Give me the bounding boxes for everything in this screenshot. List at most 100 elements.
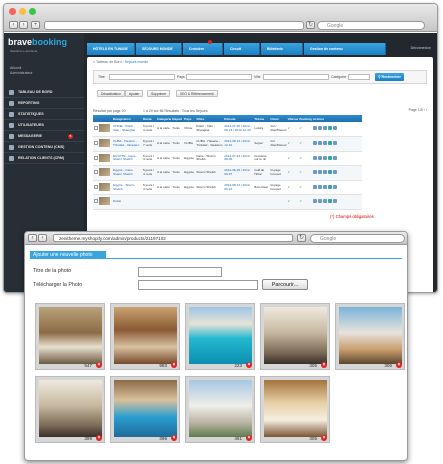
seo-icon[interactable] [327, 199, 332, 204]
photo-icon[interactable] [317, 199, 322, 204]
photo-tile[interactable]: 223 × [185, 303, 255, 370]
sidebar-item-reporting[interactable]: REPORTING [4, 98, 84, 109]
calendar-icon[interactable] [332, 199, 337, 204]
photo-file-input[interactable] [138, 280, 258, 290]
sidebar-item-dashboard[interactable]: TABLEAU DE BORD [4, 87, 84, 98]
logout-link[interactable]: Déconnexion [411, 46, 431, 50]
photo-icon[interactable] [317, 141, 322, 146]
deactivate-button[interactable]: Désactivation [97, 90, 125, 97]
close-window-icon[interactable] [9, 8, 16, 15]
tab-hotels-tunisie[interactable]: HÔTELS EN TUNISIE [87, 43, 135, 55]
photo-tile[interactable]: 399 × [35, 376, 105, 443]
row-checkbox[interactable] [94, 126, 98, 131]
view-icon[interactable] [322, 155, 327, 160]
row-designation[interactable]: Dubai [113, 199, 121, 204]
sidebar-item-messages[interactable]: MESSAGERIE 5 [4, 131, 84, 142]
reload-button[interactable]: ↻ [297, 234, 306, 242]
check-icon[interactable]: ✔ [288, 141, 291, 145]
calendar-icon[interactable] [332, 155, 337, 160]
photo-tile[interactable]: 983 × [110, 303, 180, 370]
photo-tile[interactable]: 305 × [260, 376, 330, 443]
photo-icon[interactable] [317, 126, 322, 131]
calendar-icon[interactable] [332, 170, 337, 175]
check-icon[interactable]: ✔ [288, 126, 291, 130]
row-designation[interactable]: Egypte - Caire Sharm Sheikh [113, 168, 133, 176]
check-icon[interactable]: ✔ [299, 199, 302, 204]
search-button[interactable]: ⚲ Rechercher [375, 73, 404, 81]
view-icon[interactable] [322, 170, 327, 175]
address-bar[interactable] [44, 21, 304, 30]
check-icon[interactable]: ✔ [299, 126, 302, 130]
address-bar-2[interactable]: zenitheme.myshopify.com/admin/products/2… [53, 234, 293, 242]
sidebar-item-stats[interactable]: STATISTIQUES [4, 109, 84, 120]
maximize-window-icon[interactable] [29, 8, 36, 15]
column-header[interactable]: Thème [253, 115, 270, 122]
forward-button[interactable]: › [38, 234, 47, 242]
seo-icon[interactable] [327, 184, 332, 189]
seo-icon[interactable] [327, 126, 332, 131]
delete-photo-icon[interactable]: × [246, 362, 252, 368]
column-header[interactable] [98, 115, 112, 122]
sidebar-item-crm[interactable]: RELATION CLIENTS (CRM) [4, 153, 84, 164]
delete-photo-icon[interactable]: × [96, 435, 102, 441]
delete-button[interactable]: Supprimer [147, 90, 171, 97]
edit-icon[interactable] [312, 126, 317, 131]
tab-circuit[interactable]: Circuit [224, 43, 260, 55]
column-header[interactable]: Vitesse [286, 115, 299, 122]
table-row[interactable]: Egypte - Caire Sharm Sheikh 5 jours / 4 n… [93, 165, 362, 181]
photo-title-input[interactable] [138, 267, 222, 277]
view-icon[interactable] [322, 141, 327, 146]
row-checkbox[interactable] [94, 184, 98, 189]
column-header[interactable]: Durée [142, 115, 156, 122]
edit-icon[interactable] [312, 141, 317, 146]
photo-tile[interactable]: 461 × [185, 376, 255, 443]
calendar-icon[interactable] [332, 141, 337, 146]
delete-photo-icon[interactable]: × [321, 362, 327, 368]
table-row[interactable]: CUBA - Havane - Trinidad - Varadero 8 jou… [93, 136, 362, 152]
web-search-input[interactable]: Google [317, 21, 425, 30]
breadcrumb-home[interactable]: Tableau de Bord [96, 60, 122, 64]
seo-icon[interactable] [327, 155, 332, 160]
row-designation[interactable]: CUBA - Havane - Trinidad - Varadero [113, 139, 139, 147]
sidebar-item-users[interactable]: UTILISATEURS [4, 120, 84, 131]
back-button[interactable]: ‹ [28, 234, 37, 242]
photo-tile[interactable]: 396 × [110, 376, 180, 443]
browse-button[interactable]: Parcourir... [262, 279, 308, 290]
check-icon[interactable]: ✔ [288, 185, 291, 189]
check-icon[interactable]: ✔ [288, 199, 291, 204]
view-icon[interactable] [322, 126, 327, 131]
tab-gestion-contenu[interactable]: Gestion de contenu [304, 43, 386, 55]
row-designation[interactable]: CHINE - Pékin - Xian - Shanghai [113, 124, 135, 132]
calendar-icon[interactable] [332, 126, 337, 131]
column-header[interactable]: Période [223, 115, 254, 122]
edit-icon[interactable] [312, 199, 317, 204]
check-icon[interactable]: ✔ [299, 141, 302, 145]
row-designation[interactable]: EGYPTE - Caire - Sharm Sheikh [113, 154, 138, 162]
column-header[interactable]: Catégorie [156, 115, 172, 122]
filter-pays-select[interactable] [186, 74, 252, 80]
reload-button[interactable]: ↻ [306, 21, 315, 29]
add-tab-button[interactable]: + [31, 21, 40, 29]
row-checkbox[interactable] [94, 170, 98, 175]
photo-tile[interactable]: 547 × [35, 303, 105, 370]
edit-icon[interactable] [312, 184, 317, 189]
delete-photo-icon[interactable]: × [171, 435, 177, 441]
check-icon[interactable]: ✔ [299, 156, 302, 160]
row-checkbox[interactable] [94, 199, 98, 204]
minimize-window-icon[interactable] [19, 8, 26, 15]
tab-billetterie[interactable]: Billetterie [261, 43, 303, 55]
view-icon[interactable] [322, 199, 327, 204]
seo-icon[interactable] [327, 170, 332, 175]
edit-icon[interactable] [312, 170, 317, 175]
back-button[interactable]: ‹ [9, 21, 18, 29]
calendar-icon[interactable] [332, 184, 337, 189]
per-page-select[interactable]: 20 [122, 109, 126, 113]
row-checkbox[interactable] [94, 155, 98, 160]
row-checkbox[interactable] [94, 141, 98, 146]
column-header[interactable]: Villes [195, 115, 224, 122]
delete-photo-icon[interactable]: × [321, 435, 327, 441]
table-row[interactable]: EGYPTE - Caire - Sharm Sheikh 5 jours / 4… [93, 151, 362, 167]
photo-tile[interactable]: 305 × [260, 303, 330, 370]
filter-ville-select[interactable] [263, 74, 329, 80]
edit-icon[interactable] [312, 155, 317, 160]
